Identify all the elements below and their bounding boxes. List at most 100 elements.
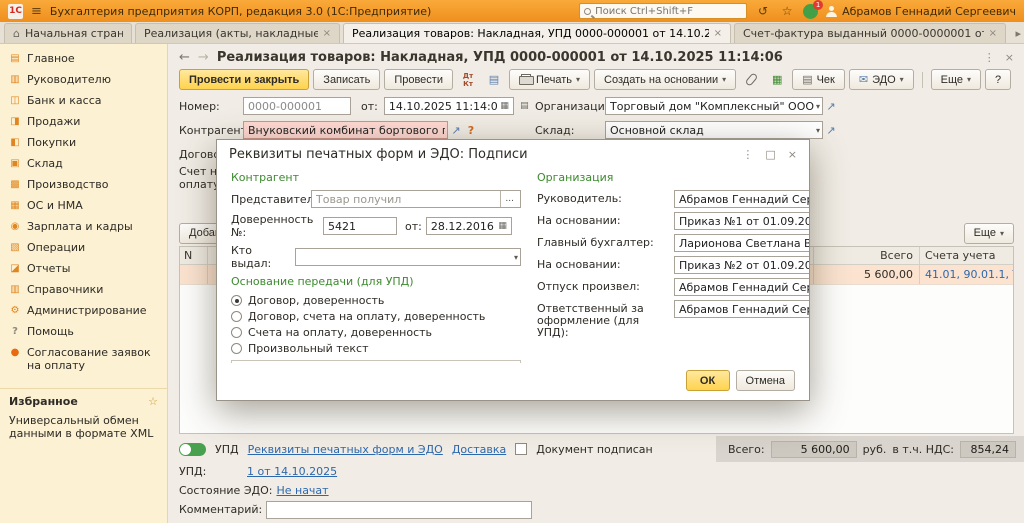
signed-checkbox[interactable] [515,443,528,455]
chevron-down-icon[interactable]: ▾ [514,253,518,262]
tab-issued-invoice[interactable]: Счет-фактура выданный 0000-0000001 от 14… [734,23,1006,43]
comment-input[interactable] [266,500,533,519]
radio-custom-text[interactable]: Произвольный текст [231,342,521,355]
column-header-accounts[interactable]: Счета учета [919,247,1013,264]
global-search[interactable] [579,3,748,19]
tab-sales-documents[interactable]: Реализация (акты, накладные, УПД) × [135,23,340,43]
search-input[interactable] [595,5,743,17]
create-on-basis-button[interactable]: Создать на основании ▾ [594,69,737,90]
sidebar-item-payroll-hr[interactable]: ◉ Зарплата и кадры [0,216,167,237]
attachments-button[interactable] [740,69,762,90]
chevron-down-icon[interactable]: ▾ [816,126,820,135]
tab-scroll-right-icon[interactable]: ▸ [1015,27,1021,40]
sidebar-item-directories[interactable]: ▥ Справочники [0,279,167,300]
more-button[interactable]: Еще ▾ [930,69,982,90]
tab-home[interactable]: ⌂ Начальная страница [4,23,132,43]
column-header-total[interactable]: Всего [813,247,919,264]
history-icon[interactable]: ↺ [755,4,771,18]
sidebar-item-warehouse[interactable]: ▣ Склад [0,153,167,174]
counterparty-check-icon[interactable]: ? [464,124,478,137]
upd-toggle[interactable] [179,442,206,456]
chevron-down-icon[interactable]: ▾ [816,102,820,111]
show-postings-button[interactable]: Дт Кт [457,69,479,90]
hamburger-menu-icon[interactable]: ≡ [31,4,42,19]
table-more-button[interactable]: Еще ▾ [963,222,1014,244]
discussions-icon[interactable]: 1 [803,0,824,19]
sidebar-item-administration[interactable]: ⚙ Администрирование [0,300,167,321]
close-icon[interactable]: × [323,28,331,39]
sidebar-item-bank-cash[interactable]: ◫ Банк и касса [0,90,167,111]
ok-button[interactable]: ОК [685,370,730,391]
help-button[interactable]: ? [985,69,1012,90]
accountant-basis-combo[interactable]: Приказ №2 от 01.09.2025▾ [674,256,809,274]
pick-value-button[interactable]: ... [500,191,518,207]
sidebar-item-fixed-assets[interactable]: ▦ ОС и НМА [0,195,167,216]
sidebar-item-main[interactable]: ▤ Главное [0,48,167,69]
post-and-close-button[interactable]: Провести и закрыть [179,69,310,90]
column-header-n[interactable]: N [180,247,208,264]
back-icon[interactable]: ← [179,50,190,65]
close-icon[interactable]: × [714,28,722,39]
favorites-star-icon[interactable]: ☆ [779,4,795,18]
close-icon[interactable]: × [989,28,997,39]
calendar-icon[interactable]: ▦ [496,221,509,231]
set-time-button[interactable]: ▤ [514,96,535,117]
sidebar-item-reports[interactable]: ◪ Отчеты [0,258,167,279]
check-button[interactable]: ▤ Чек [792,69,845,90]
sidebar-item-operations[interactable]: ▧ Операции [0,237,167,258]
more-vert-icon[interactable]: ⋮ [984,51,995,64]
open-link-icon[interactable]: ↗ [823,100,839,113]
date-field[interactable]: 14.10.2025 11:14:06 ▦ [383,97,514,115]
sidebar-item-purchases[interactable]: ◧ Покупки [0,132,167,153]
sidebar-item-payment-approval[interactable]: ● Согласование заявок на оплату [0,342,167,376]
print-button[interactable]: Печать ▾ [508,69,591,90]
edo-button[interactable]: ✉ ЭДО ▾ [848,69,914,90]
dialog-close-icon[interactable]: × [788,148,797,161]
subordination-structure-button[interactable]: ▤ [483,69,505,90]
signed-checkbox-label: Документ подписан [536,442,653,456]
radio-invoices-poa[interactable]: Счета на оплату, доверенность [231,326,521,339]
cell-accounts-link[interactable]: 41.01, 90.01.1, Товары, 90.02.1, [925,268,1013,281]
director-basis-combo[interactable]: Приказ №1 от 01.09.2025▾ [674,212,809,230]
released-by-combo[interactable]: Абрамов Геннадий Серге▾ [674,278,809,296]
user-menu[interactable]: Абрамов Геннадий Сергеевич [826,5,1016,18]
tab-sales-document-upd[interactable]: Реализация товаров: Накладная, УПД 0000-… [343,23,731,43]
warehouse-field[interactable]: Основной склад ▾ [605,121,823,139]
cancel-button[interactable]: Отмена [735,370,795,391]
organization-field[interactable]: Торговый дом "Комплексный" ООО ▾ [605,97,823,115]
director-combo[interactable]: Абрамов Геннадий Серге▾ [674,190,809,208]
radio-contract-poa[interactable]: Договор, доверенность [231,294,521,307]
favorites-pin-icon[interactable]: ☆ [148,395,158,408]
poa-date-field[interactable]: 28.12.2016 ▦ [425,217,512,235]
post-button[interactable]: Провести [384,69,453,90]
issued-by-combo[interactable]: ▾ [295,248,521,266]
sidebar-item-help[interactable]: ? Помощь [0,321,167,342]
dialog-more-icon[interactable]: ⋮ [742,148,753,161]
representative-field[interactable]: Товар получил ... [311,190,521,208]
sidebar-item-sales[interactable]: ◨ Продажи [0,111,167,132]
responsible-for-upd-value: Абрамов Геннадий Серге [679,302,809,316]
open-link-icon[interactable]: ↗ [823,124,839,137]
responsible-for-upd-combo[interactable]: Абрамов Геннадий Серге▾ [674,300,809,318]
open-link-icon[interactable]: ↗ [448,124,464,137]
warehouse-value: Основной склад [610,123,704,137]
dialog-maximize-icon[interactable]: □ [765,148,775,161]
forward-icon[interactable]: → [198,50,209,65]
upd-number-link[interactable]: 1 от 14.10.2025 [247,465,337,478]
chief-accountant-combo[interactable]: Ларионова Светлана Вик▾ [674,234,809,252]
calendar-icon[interactable]: ▦ [498,101,511,111]
counterparty-value: Внуковский комбинат бортового питания [248,123,445,137]
delivery-link[interactable]: Доставка [452,443,506,456]
counterparty-field[interactable]: Внуковский комбинат бортового питания [243,121,448,139]
radio-contract-invoices-poa[interactable]: Договор, счета на оплату, доверенность [231,310,521,323]
related-documents-button[interactable]: ▦ [766,69,788,90]
sidebar-item-production[interactable]: ▩ Производство [0,174,167,195]
sidebar-item-manager[interactable]: ▥ Руководителю [0,69,167,90]
number-field[interactable] [243,97,351,115]
print-forms-edo-link[interactable]: Реквизиты печатных форм и ЭДО [248,443,443,456]
edo-state-link[interactable]: Не начат [276,484,328,497]
write-button[interactable]: Записать [313,69,381,90]
favorites-item-xml-exchange[interactable]: Универсальный обмен данными в формате XM… [0,412,167,444]
poa-number-input[interactable] [323,217,397,235]
close-icon[interactable]: × [1005,51,1014,64]
